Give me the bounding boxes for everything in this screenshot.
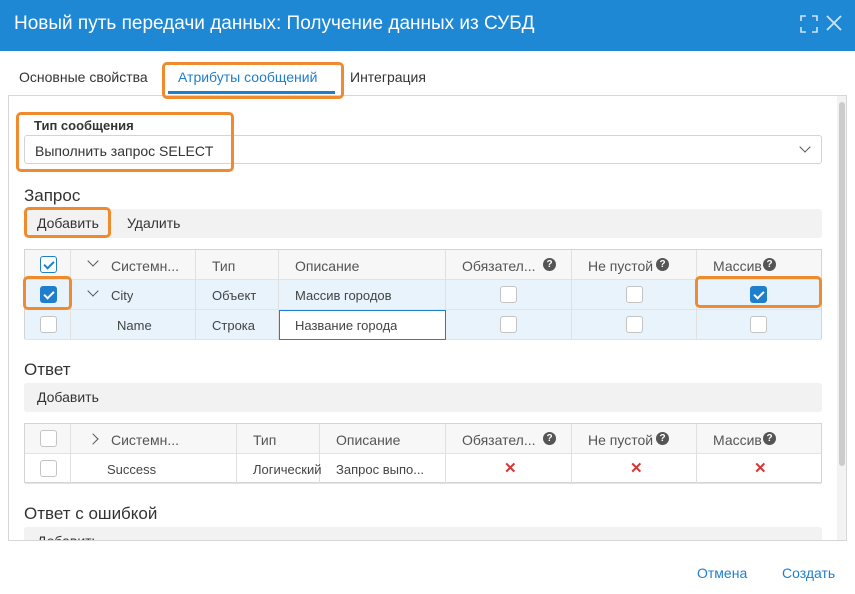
help-icon[interactable]: ? xyxy=(543,432,556,445)
table-row[interactable]: Name Строка Название города xyxy=(25,310,821,340)
error-response-section-title: Ответ с ошибкой xyxy=(24,504,158,523)
cross-icon: ✕ xyxy=(504,460,517,477)
error-response-add-button[interactable]: Добавить xyxy=(37,533,99,540)
request-grid: Системн... Тип Описание Обязател... ? Не… xyxy=(24,249,822,340)
tab-message-attributes[interactable]: Атрибуты сообщений xyxy=(178,69,317,85)
chevron-right-icon[interactable] xyxy=(87,433,99,445)
required-checkbox[interactable] xyxy=(500,316,517,333)
cell-type[interactable]: Строка xyxy=(196,310,279,340)
request-add-button[interactable]: Добавить xyxy=(37,215,99,231)
chevron-down-icon[interactable] xyxy=(87,255,99,267)
select-all-checkbox[interactable] xyxy=(40,430,57,447)
header-required[interactable]: Обязател... ? xyxy=(446,424,572,454)
cancel-button[interactable]: Отмена xyxy=(697,565,747,581)
header-type[interactable]: Тип xyxy=(237,424,320,454)
table-row[interactable]: Success Логический Запрос выпо... ✕ ✕ ✕ xyxy=(25,454,821,484)
not-empty-checkbox[interactable] xyxy=(626,286,643,303)
select-all-checkbox[interactable] xyxy=(40,256,57,273)
message-type-label: Тип сообщения xyxy=(34,118,134,133)
cross-icon: ✕ xyxy=(754,460,767,477)
cell-array: ✕ xyxy=(697,454,821,484)
cell-array xyxy=(697,310,821,340)
table-row[interactable]: City Объект Массив городов xyxy=(25,280,821,310)
cell-type[interactable]: Объект xyxy=(196,280,279,310)
row-checkbox[interactable] xyxy=(40,316,57,333)
tab-integration[interactable]: Интеграция xyxy=(350,69,426,85)
header-system-name[interactable]: Системн... xyxy=(71,424,237,454)
row-checkbox[interactable] xyxy=(40,286,57,303)
header-not-empty[interactable]: Не пустой ? xyxy=(572,250,697,280)
help-icon[interactable]: ? xyxy=(763,258,776,271)
expand-icon[interactable] xyxy=(800,15,818,36)
row-checkbox[interactable] xyxy=(40,460,57,477)
active-tab-indicator xyxy=(168,91,335,94)
header-select-cell xyxy=(25,250,71,280)
request-toolbar: Добавить Удалить xyxy=(24,209,822,238)
header-select-cell xyxy=(25,424,71,454)
row-select-cell xyxy=(25,454,71,484)
cell-required xyxy=(446,280,572,310)
cell-required xyxy=(446,310,572,340)
response-grid: Системн... Тип Описание Обязател... ? Не… xyxy=(24,423,822,484)
row-select-cell xyxy=(25,310,71,340)
response-add-button[interactable]: Добавить xyxy=(37,389,99,405)
help-icon[interactable]: ? xyxy=(656,258,669,271)
create-button[interactable]: Создать xyxy=(782,565,835,581)
tab-content: Тип сообщения Выполнить запрос SELECT За… xyxy=(8,95,847,541)
tab-main-properties[interactable]: Основные свойства xyxy=(19,69,148,85)
response-grid-header: Системн... Тип Описание Обязател... ? Не… xyxy=(25,424,821,454)
cell-required: ✕ xyxy=(446,454,572,484)
dialog-title-bar: Новый путь передачи данных: Получение да… xyxy=(0,0,855,51)
array-checkbox[interactable] xyxy=(750,286,767,303)
response-toolbar: Добавить xyxy=(24,383,822,412)
error-response-toolbar: Добавить xyxy=(24,527,822,540)
help-icon[interactable]: ? xyxy=(543,258,556,271)
header-description[interactable]: Описание xyxy=(320,424,446,454)
cell-array xyxy=(697,280,821,310)
header-array[interactable]: Массив ? xyxy=(697,424,821,454)
cross-icon: ✕ xyxy=(630,460,643,477)
message-type-select[interactable]: Выполнить запрос SELECT xyxy=(24,135,822,164)
request-section-title: Запрос xyxy=(24,186,81,205)
cell-description[interactable]: Массив городов xyxy=(279,280,446,310)
cell-type[interactable]: Логический xyxy=(237,454,321,484)
cell-description[interactable]: Запрос выпо... xyxy=(320,454,446,484)
cell-system-name[interactable]: City xyxy=(71,280,196,310)
help-icon[interactable]: ? xyxy=(656,432,669,445)
description-edit-input[interactable]: Название города xyxy=(279,310,446,340)
header-description[interactable]: Описание xyxy=(279,250,446,280)
array-checkbox[interactable] xyxy=(750,316,767,333)
message-type-value: Выполнить запрос SELECT xyxy=(35,143,214,159)
cell-system-name[interactable]: Name xyxy=(71,310,196,340)
header-array[interactable]: Массив ? xyxy=(697,250,821,280)
scrollbar[interactable] xyxy=(837,96,846,540)
header-system-name[interactable]: Системн... xyxy=(71,250,196,280)
cell-system-name[interactable]: Success xyxy=(71,454,237,484)
not-empty-checkbox[interactable] xyxy=(626,316,643,333)
help-icon[interactable]: ? xyxy=(763,432,776,445)
scrollbar-thumb[interactable] xyxy=(839,102,845,466)
dialog-title: Новый путь передачи данных: Получение да… xyxy=(14,13,535,34)
cell-description[interactable]: Название города xyxy=(279,310,446,340)
header-type[interactable]: Тип xyxy=(196,250,279,280)
required-checkbox[interactable] xyxy=(500,286,517,303)
header-required[interactable]: Обязател... ? xyxy=(446,250,572,280)
header-not-empty[interactable]: Не пустой ? xyxy=(572,424,697,454)
chevron-down-icon[interactable] xyxy=(87,285,99,297)
cell-not-empty xyxy=(572,310,697,340)
chevron-down-icon xyxy=(799,141,811,153)
close-icon[interactable] xyxy=(826,15,842,34)
row-select-cell xyxy=(25,280,71,310)
response-section-title: Ответ xyxy=(24,360,71,379)
cell-not-empty: ✕ xyxy=(572,454,697,484)
request-delete-button[interactable]: Удалить xyxy=(127,215,180,231)
cell-not-empty xyxy=(572,280,697,310)
request-grid-header: Системн... Тип Описание Обязател... ? Не… xyxy=(25,250,821,280)
